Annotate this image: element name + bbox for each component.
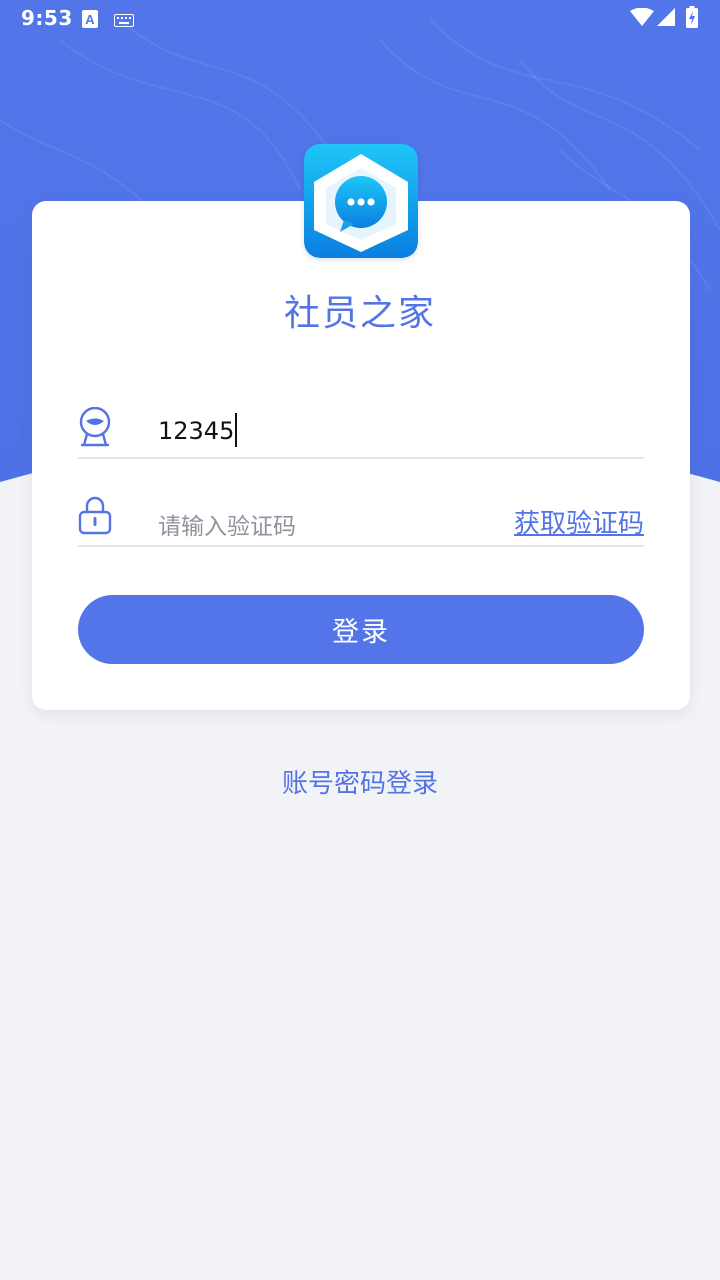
status-bar: 9:53 A [0, 0, 720, 40]
signal-icon [657, 8, 675, 30]
verification-code-field[interactable]: 请输入验证码 获取验证码 [78, 490, 644, 547]
username-field[interactable]: 12345 [78, 400, 644, 459]
password-login-link[interactable]: 账号密码登录 [0, 763, 720, 800]
verification-code-input[interactable]: 请输入验证码 [158, 507, 296, 541]
username-value: 12345 [158, 417, 235, 445]
house-chat-icon [304, 144, 418, 258]
status-time: 9:53 [21, 6, 73, 30]
text-caret [235, 413, 238, 447]
wifi-icon [630, 7, 654, 30]
keyboard-icon [114, 12, 134, 31]
login-button[interactable]: 登录 [78, 595, 644, 664]
get-code-link[interactable]: 获取验证码 [514, 503, 644, 540]
text-icon: A [82, 10, 98, 32]
svg-text:A: A [85, 12, 95, 27]
battery-charging-icon [686, 6, 698, 32]
app-title: 社员之家 [283, 293, 436, 334]
username-input[interactable]: 12345 [158, 413, 238, 447]
lock-icon [78, 495, 112, 539]
user-avatar-icon [78, 406, 112, 451]
